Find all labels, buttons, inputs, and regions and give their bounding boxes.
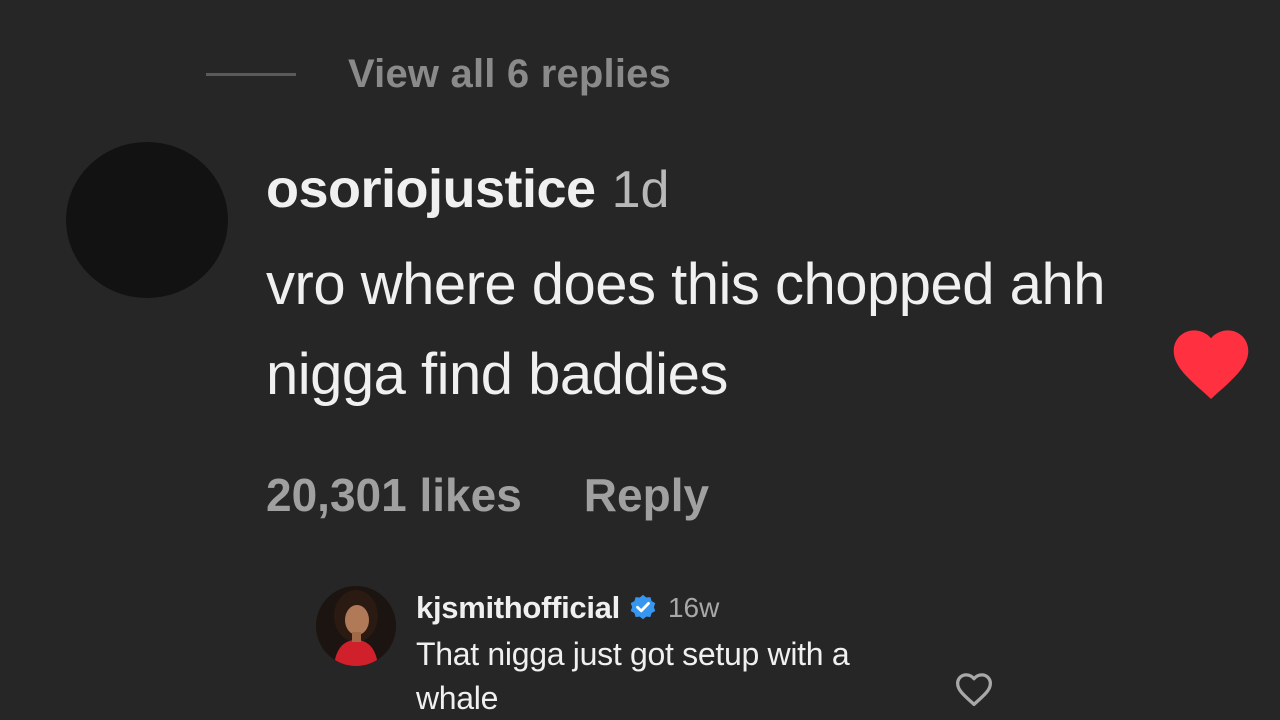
reply-timestamp: 16w (667, 592, 720, 623)
reply-username[interactable]: kjsmithofficial (416, 590, 620, 626)
comment-meta: 20,301 likes Reply (266, 468, 709, 522)
reply-header: kjsmithofficial 16w (416, 590, 719, 626)
reply-avatar[interactable] (316, 586, 396, 666)
replies-divider-line (206, 73, 296, 76)
reply-button[interactable]: Reply (584, 468, 709, 522)
verified-badge-icon (630, 594, 656, 620)
heart-filled-icon[interactable] (1166, 320, 1256, 402)
comment-text: vro where does this chopped ahh nigga fi… (266, 252, 1105, 407)
reply-avatar-image (316, 586, 396, 666)
view-all-replies-label: View all 6 replies (348, 52, 672, 96)
view-all-replies-button[interactable]: View all 6 replies (206, 52, 671, 97)
avatar[interactable] (66, 142, 228, 298)
comment-header: osoriojustice 1d (266, 158, 669, 220)
comments-panel: View all 6 replies osoriojustice 1d vro … (0, 0, 1280, 720)
comment-username[interactable]: osoriojustice (266, 158, 596, 220)
heart-outline-icon[interactable] (952, 668, 996, 708)
comment-timestamp: 1d (611, 161, 670, 219)
reply-text: That nigga just got setup with a whale (416, 636, 850, 716)
likes-count[interactable]: 20,301 likes (266, 468, 522, 522)
